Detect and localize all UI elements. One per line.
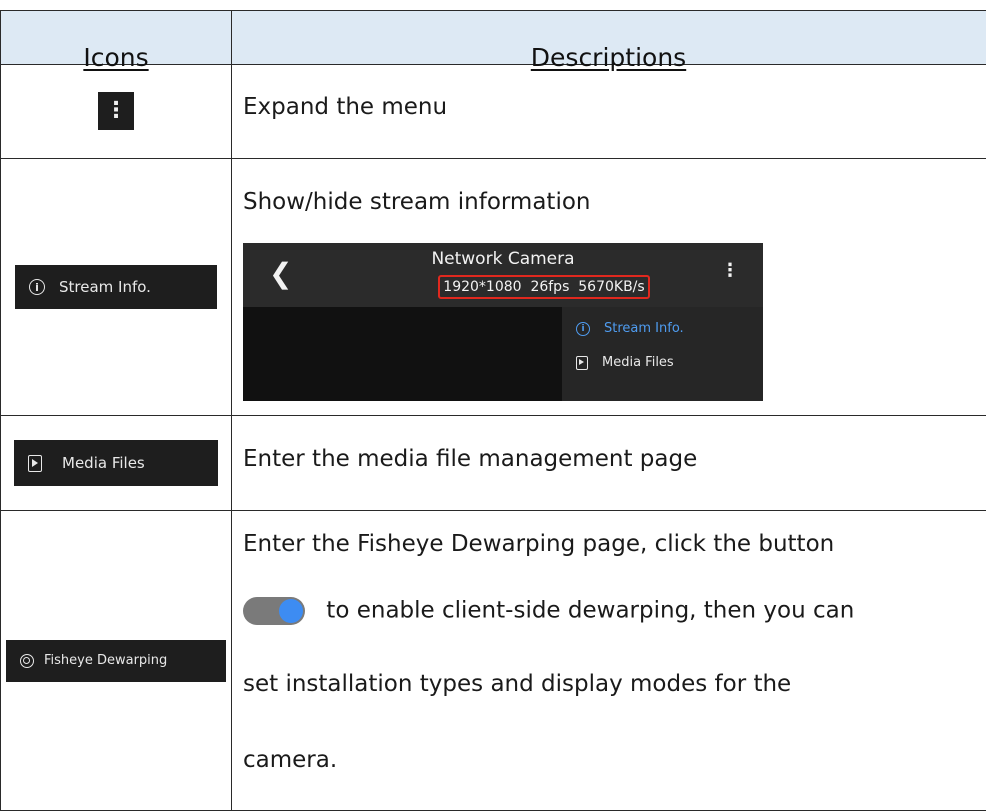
description-text: Show/hide stream information: [243, 189, 591, 215]
media-file-icon: [576, 355, 588, 370]
menu-item-label: Stream Info.: [604, 321, 684, 336]
table-row: i Stream Info. Show/hide stream informat…: [0, 159, 986, 416]
description-line: camera.: [243, 747, 338, 773]
fisheye-icon: [20, 653, 34, 668]
menu-item-stream-info: i Stream Info.: [576, 321, 684, 336]
more-vertical-icon: ⋮: [98, 92, 134, 130]
icon-cell: ⋮: [0, 64, 232, 158]
stream-stats-text: 1920*1080 26fps 5670KB/s: [443, 279, 645, 295]
description-text: Enter the media file management page: [243, 446, 698, 472]
stream-stats-highlight: 1920*1080 26fps 5670KB/s: [438, 275, 650, 299]
icon-cell: i Stream Info.: [0, 159, 232, 415]
description-line: Enter the Fisheye Dewarping page, click …: [243, 531, 835, 557]
menu-item-media-files: Media Files: [576, 355, 674, 370]
description-cell: Enter the Fisheye Dewarping page, click …: [231, 511, 986, 810]
screenshot-title-bar: ❮ Network Camera 1920*1080 26fps 5670KB/…: [243, 243, 763, 307]
fisheye-dewarping-chip: Fisheye Dewarping: [6, 639, 226, 682]
header-descriptions-cell: Descriptions: [231, 11, 986, 72]
description-cell: Show/hide stream information ❮ Network C…: [231, 159, 986, 415]
info-icon: i: [29, 279, 45, 295]
screenshot-dropdown-menu: i Stream Info. Media Files: [562, 307, 763, 401]
screenshot-title: Network Camera: [431, 249, 575, 269]
media-files-label: Media Files: [62, 454, 145, 472]
stream-info-chip: i Stream Info.: [15, 265, 217, 309]
toggle-switch-icon: [243, 597, 305, 625]
table-row: Fisheye Dewarping Enter the Fisheye Dewa…: [0, 511, 986, 811]
menu-item-label: Media Files: [602, 355, 674, 370]
description-cell: Enter the media file management page: [231, 416, 986, 510]
header-icons-cell: Icons: [0, 11, 232, 72]
description-line: set installation types and display modes…: [243, 671, 792, 697]
stream-info-screenshot: ❮ Network Camera 1920*1080 26fps 5670KB/…: [243, 243, 763, 401]
fisheye-dewarping-label: Fisheye Dewarping: [44, 653, 168, 668]
media-file-icon: [28, 454, 42, 472]
stream-info-label: Stream Info.: [59, 278, 151, 296]
info-icon: i: [576, 321, 590, 336]
description-line-with-toggle: to enable client-side dewarping, then yo…: [243, 597, 854, 625]
table-header: Icons Descriptions: [0, 10, 986, 72]
more-vertical-icon: ⋮: [721, 260, 739, 281]
table-row: ⋮ Expand the menu: [0, 64, 986, 159]
description-line: to enable client-side dewarping, then yo…: [319, 597, 855, 624]
media-files-chip: Media Files: [14, 440, 218, 486]
icon-cell: Media Files: [0, 416, 232, 510]
icon-cell: Fisheye Dewarping: [0, 511, 232, 810]
description-text: Expand the menu: [243, 94, 448, 120]
description-cell: Expand the menu: [231, 64, 986, 158]
table-row: Media Files Enter the media file managem…: [0, 416, 986, 511]
